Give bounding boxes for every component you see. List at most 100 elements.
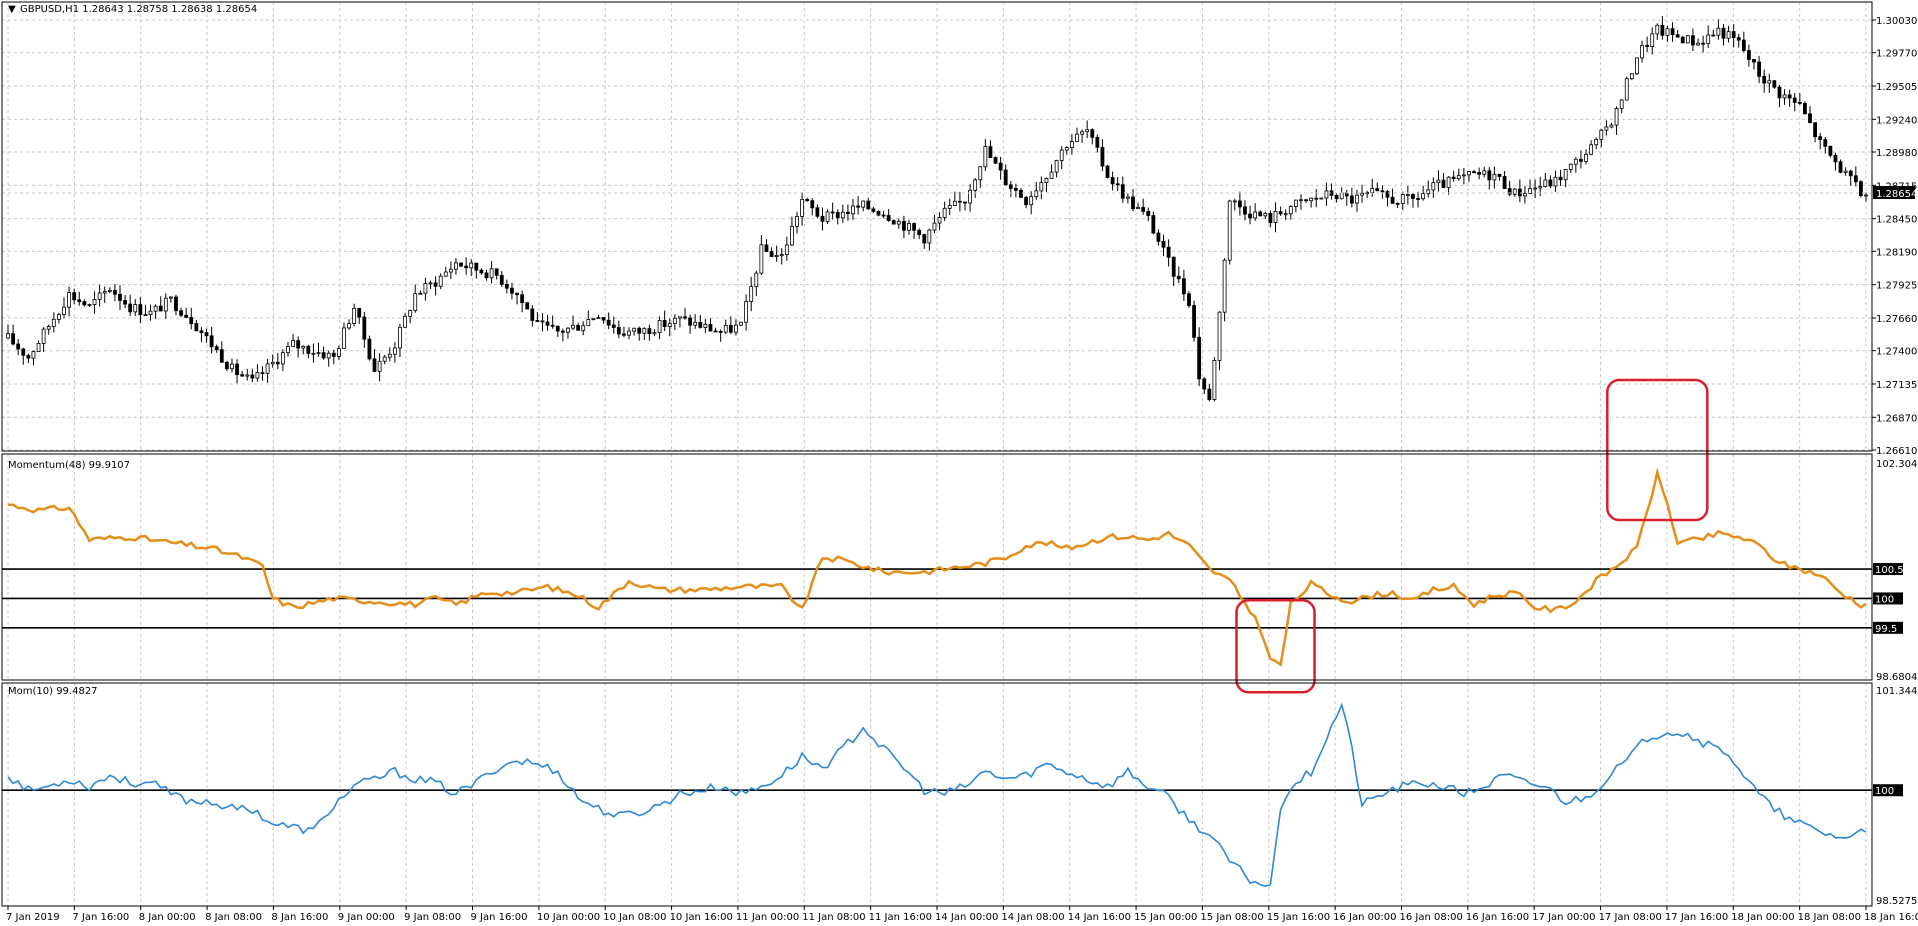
candle-body: [1431, 182, 1436, 191]
candle-body: [688, 317, 693, 326]
candle-body: [652, 332, 657, 335]
candle-body: [672, 317, 677, 324]
candle-body: [1752, 59, 1756, 63]
candle-body: [1110, 177, 1115, 185]
candle-body: [1136, 207, 1140, 210]
candle-body: [1573, 158, 1578, 165]
candle-body: [1543, 179, 1548, 188]
candle-body: [1334, 195, 1339, 200]
candle-body: [311, 352, 316, 355]
candle-body: [1319, 197, 1324, 200]
candle-body: [973, 179, 978, 191]
candle-body: [1278, 211, 1283, 215]
candle-body: [734, 324, 738, 333]
candle-body: [1375, 188, 1380, 192]
price-tick-label: 1.29770: [1876, 49, 1917, 60]
candle-body: [1864, 194, 1868, 197]
candle-body: [1629, 73, 1634, 80]
candle-body: [1309, 197, 1314, 202]
candle-body: [963, 201, 967, 204]
candle-body: [1197, 336, 1202, 380]
time-tick-label: 10 Jan 00:00: [537, 912, 600, 923]
candle-body: [693, 321, 698, 326]
momentum-10-label: Mom(10) 99.4827: [8, 686, 98, 697]
candle-body: [759, 244, 764, 274]
candle-body: [810, 200, 815, 209]
time-tick-label: 8 Jan 08:00: [205, 912, 262, 923]
candle-body: [1685, 35, 1690, 44]
candle-body: [800, 199, 805, 217]
candle-body: [550, 324, 555, 327]
candle-body: [713, 330, 718, 333]
candle-body: [331, 352, 336, 357]
candle-body: [540, 320, 545, 323]
candle-body: [484, 272, 489, 279]
candle-body: [1075, 133, 1079, 143]
candle-body: [637, 327, 642, 334]
candle-body: [779, 254, 784, 257]
candle-body: [1523, 193, 1527, 197]
candle-body: [1064, 147, 1069, 151]
candle-body: [1803, 102, 1807, 115]
candle-body: [1624, 78, 1629, 101]
candle-body: [1222, 259, 1227, 313]
candle-body: [525, 302, 530, 310]
candle-body: [87, 304, 92, 306]
candle-body: [1049, 171, 1054, 179]
candle-body: [1859, 181, 1863, 196]
candle-body: [1202, 378, 1207, 390]
candle-body: [718, 331, 723, 333]
candle-body: [846, 211, 850, 215]
time-tick-label: 15 Jan 00:00: [1134, 912, 1197, 923]
candle-body: [1502, 176, 1507, 189]
trading-chart[interactable]: ▼ GBPUSD,H1 1.28643 1.28758 1.28638 1.28…: [0, 0, 1918, 926]
candle-body: [118, 293, 122, 301]
candle-body: [428, 282, 433, 285]
candle-body: [102, 291, 107, 294]
candle-body: [1304, 199, 1308, 202]
price-tick-label: 1.29240: [1876, 115, 1917, 126]
candle-body: [352, 307, 357, 325]
candle-body: [1604, 126, 1609, 131]
candle-body: [41, 328, 46, 344]
candle-body: [504, 284, 509, 289]
candle-body: [606, 319, 611, 326]
time-tick-label: 15 Jan 08:00: [1200, 912, 1263, 923]
candle-body: [1517, 188, 1522, 197]
candle-body: [993, 157, 998, 164]
time-tick-label: 14 Jan 08:00: [1001, 912, 1064, 923]
candle-body: [1258, 211, 1263, 217]
candle-body: [1660, 24, 1665, 36]
candle-body: [1614, 108, 1619, 126]
candle-body: [1792, 97, 1797, 103]
price-tick-label: 1.27135: [1876, 380, 1917, 391]
candle-body: [942, 207, 947, 218]
candle-body: [1848, 170, 1853, 177]
candle-body: [408, 310, 413, 317]
candle-body: [107, 289, 112, 292]
candle-body: [1176, 275, 1181, 280]
candle-body: [204, 332, 209, 337]
candle-body: [1044, 178, 1049, 183]
candle-body: [174, 296, 178, 312]
candle-body: [21, 348, 26, 356]
candle-body: [1477, 172, 1482, 175]
candle-body: [1232, 200, 1237, 203]
candle-body: [1187, 293, 1191, 306]
candle-body: [891, 220, 896, 225]
candle-body: [1237, 200, 1242, 208]
symbol-dropdown-icon[interactable]: ▼: [8, 4, 16, 15]
candle-body: [886, 215, 891, 221]
candle-body: [998, 162, 1003, 171]
candle-body: [1059, 149, 1064, 161]
candle-body: [1100, 146, 1105, 167]
candle-body: [662, 320, 667, 327]
candle-body: [168, 296, 173, 299]
candle-body: [1395, 202, 1400, 205]
candle-body: [1538, 186, 1543, 189]
candle-body: [1355, 194, 1359, 204]
candle-body: [1777, 86, 1782, 99]
candle-body: [1482, 170, 1487, 175]
candle-body: [774, 255, 779, 257]
candle-body: [815, 207, 820, 217]
